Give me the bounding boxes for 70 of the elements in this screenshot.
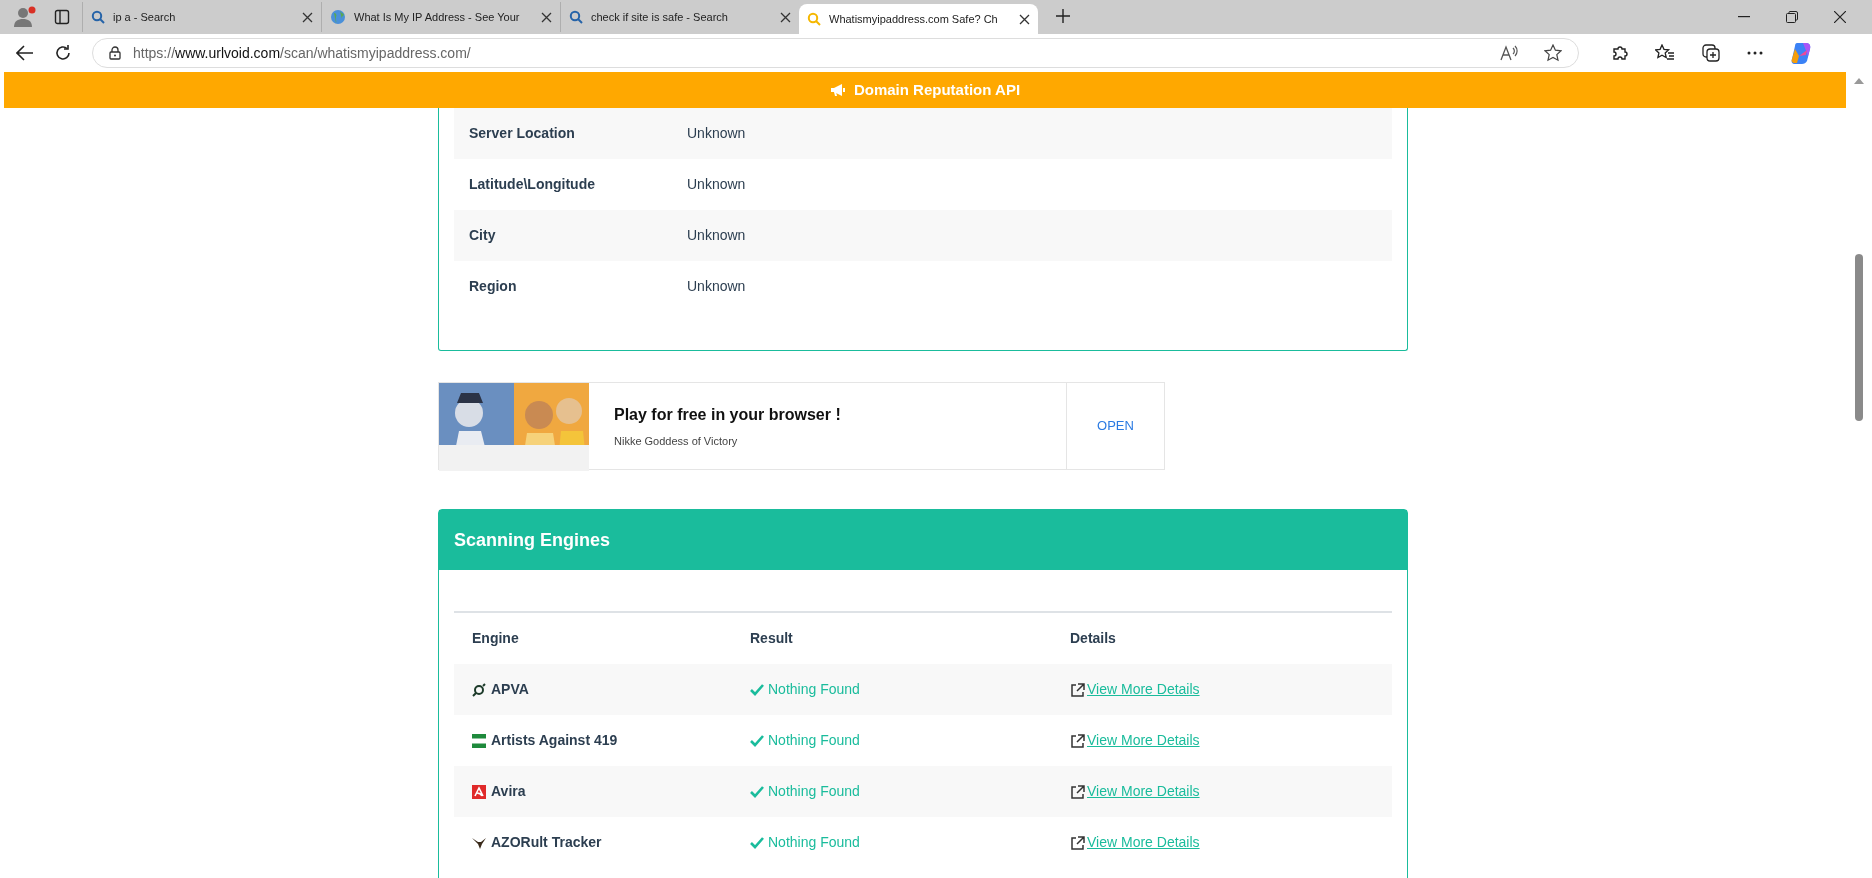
tab-actions-icon[interactable] [54, 9, 70, 25]
restore-icon[interactable] [1786, 11, 1798, 23]
check-icon [750, 785, 764, 798]
ad-title[interactable]: Play for free in your browser ! [614, 402, 1066, 427]
lock-icon [109, 46, 121, 60]
external-link-icon [1070, 835, 1085, 850]
column-header: Engine [472, 629, 520, 648]
external-link-icon [1070, 733, 1085, 748]
check-icon [750, 836, 764, 849]
close-icon[interactable] [780, 11, 791, 23]
external-link-icon [1070, 682, 1085, 697]
close-icon[interactable] [302, 11, 313, 23]
table-cell-text: Server Location [469, 124, 576, 143]
ad-subtitle: Nikke Goddess of Victory [614, 433, 739, 449]
engine-name: Artists Against 419 [491, 731, 618, 750]
tab-title: ip a - Search [113, 9, 177, 25]
search-icon [569, 10, 583, 24]
favorite-star-icon[interactable] [1544, 44, 1562, 62]
table-cell-text: Unknown [687, 226, 747, 245]
external-link-icon [1070, 784, 1085, 799]
tab-title: check if site is safe - Search [591, 9, 729, 25]
profile-icon[interactable] [12, 6, 38, 28]
table-cell-text: Unknown [687, 175, 747, 194]
flag-icon [472, 733, 486, 748]
extensions-icon[interactable] [1611, 44, 1629, 62]
avira-icon [472, 784, 486, 799]
ring-icon [472, 682, 486, 697]
result-text: Nothing Found [768, 833, 860, 852]
collections-icon[interactable] [1701, 43, 1721, 63]
open-button[interactable]: OPEN [1066, 383, 1164, 469]
result-text: Nothing Found [768, 731, 860, 750]
more-icon[interactable] [1747, 51, 1763, 55]
close-icon[interactable] [1834, 11, 1846, 23]
back-icon[interactable] [16, 45, 34, 61]
tab-title: Whatismyipaddress.com Safe? Ch [829, 11, 999, 27]
bird-icon [472, 835, 486, 850]
result-text: Nothing Found [768, 680, 860, 699]
engine-name: Avira [491, 782, 526, 801]
scroll-thumb[interactable] [1855, 254, 1863, 421]
engine-name: APVA [491, 680, 529, 699]
result-text: Nothing Found [768, 782, 860, 801]
column-header: Details [1070, 629, 1117, 648]
check-icon [750, 734, 764, 747]
check-icon [750, 683, 764, 696]
tab-title: What Is My IP Address - See Your [354, 9, 521, 25]
table-cell-text: Region [469, 277, 518, 296]
url-text: https://www.urlvoid.com/scan/whatismyipaddress.com/ [133, 43, 471, 63]
favorites-icon[interactable] [1655, 44, 1675, 62]
read-aloud-icon[interactable] [1500, 45, 1520, 61]
close-icon[interactable] [1019, 13, 1030, 25]
table-cell-text: City [469, 226, 497, 245]
browser-tab[interactable]: ip a - Search [82, 2, 321, 32]
search-icon [807, 12, 821, 26]
megaphone-icon [829, 83, 846, 97]
table-cell-text: Unknown [687, 124, 747, 143]
close-icon[interactable] [541, 11, 552, 23]
browser-tab[interactable]: Whatismyipaddress.com Safe? Ch [799, 4, 1038, 34]
browser-tab[interactable]: What Is My IP Address - See Your [321, 2, 560, 32]
plus-icon [1056, 9, 1070, 23]
table-cell-text: Latitude\Longitude [469, 175, 596, 194]
scroll-up-icon[interactable] [1854, 78, 1864, 84]
refresh-icon[interactable] [54, 44, 72, 62]
minimize-icon[interactable] [1738, 16, 1750, 18]
card-title: Scanning Engines [454, 528, 611, 552]
column-header: Result [750, 629, 794, 648]
table-cell-text: Unknown [687, 277, 747, 296]
copilot-icon[interactable] [1789, 41, 1813, 65]
search-icon [91, 10, 105, 24]
engine-name: AZORult Tracker [491, 833, 602, 852]
globe-icon [330, 9, 346, 25]
